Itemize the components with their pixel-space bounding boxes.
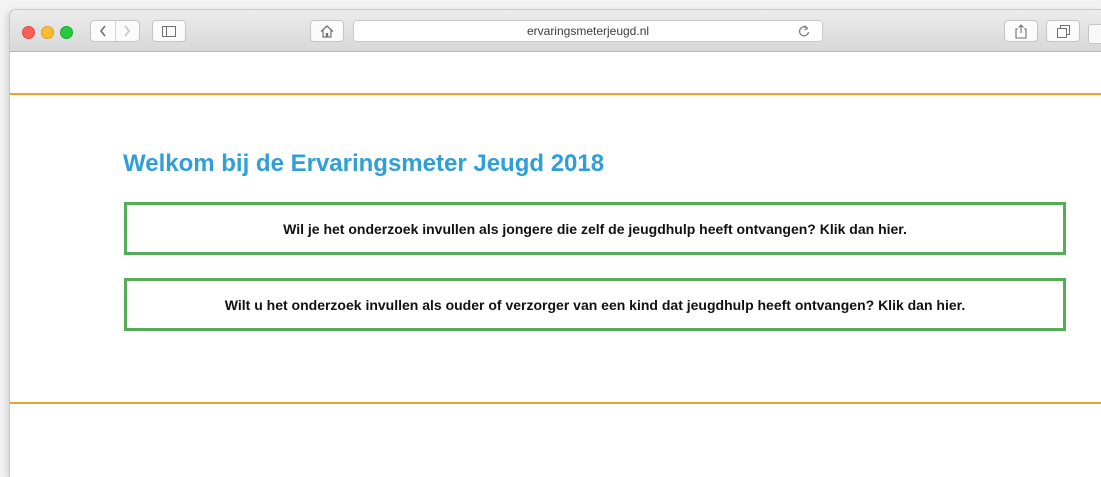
sidebar-button[interactable] bbox=[152, 20, 186, 42]
page-title: Welkom bij de Ervaringsmeter Jeugd 2018 bbox=[123, 150, 605, 177]
parent-survey-button[interactable]: Wilt u het onderzoek invullen als ouder … bbox=[124, 278, 1066, 331]
home-icon bbox=[320, 24, 334, 38]
parent-survey-label: Wilt u het onderzoek invullen als ouder … bbox=[224, 296, 966, 313]
close-window-button[interactable] bbox=[22, 26, 35, 39]
url-text: ervaringsmeterjeugd.nl bbox=[526, 24, 650, 38]
sidebar-icon bbox=[162, 25, 176, 37]
zoom-window-button[interactable] bbox=[60, 26, 73, 39]
top-divider bbox=[10, 93, 1101, 95]
forward-button[interactable] bbox=[114, 21, 140, 41]
bottom-divider bbox=[10, 402, 1101, 404]
tabs-icon bbox=[1056, 24, 1070, 38]
back-button[interactable] bbox=[91, 21, 115, 41]
share-icon bbox=[1015, 23, 1027, 39]
navigation-buttons bbox=[90, 20, 140, 42]
chevron-right-icon bbox=[124, 25, 131, 37]
youth-survey-label: Wil je het onderzoek invullen als jonger… bbox=[283, 220, 907, 237]
reload-button[interactable] bbox=[798, 24, 810, 38]
reload-icon bbox=[798, 25, 810, 37]
address-bar[interactable]: ervaringsmeterjeugd.nl bbox=[353, 20, 823, 42]
browser-window: ervaringsmeterjeugd.nl Welkom bij de Erv… bbox=[10, 10, 1101, 477]
new-tab-button[interactable] bbox=[1088, 24, 1101, 44]
page-content: Welkom bij de Ervaringsmeter Jeugd 2018 … bbox=[10, 52, 1101, 477]
home-button[interactable] bbox=[310, 20, 344, 42]
chevron-left-icon bbox=[99, 25, 106, 37]
tabs-button[interactable] bbox=[1046, 20, 1080, 42]
youth-survey-button[interactable]: Wil je het onderzoek invullen als jonger… bbox=[124, 202, 1066, 255]
minimize-window-button[interactable] bbox=[41, 26, 54, 39]
browser-toolbar: ervaringsmeterjeugd.nl bbox=[10, 10, 1101, 52]
share-button[interactable] bbox=[1004, 20, 1038, 42]
